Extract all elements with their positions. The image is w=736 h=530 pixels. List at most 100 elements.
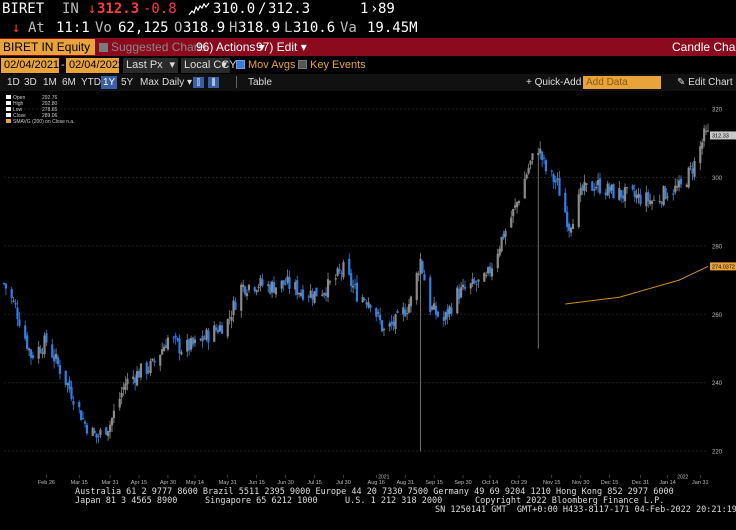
legend-smavg: SMAVG (200) on Close n.a.: [6, 119, 75, 125]
candle-body: [685, 184, 688, 188]
period-6m[interactable]: 6M: [62, 74, 76, 91]
candle-body: [677, 180, 681, 188]
candle-body: [490, 268, 494, 277]
period-ytd[interactable]: YTD: [81, 74, 101, 91]
candle-body: [37, 346, 40, 359]
candle-body: [313, 291, 316, 303]
candle-body: [446, 309, 449, 318]
edit-menu[interactable]: 97) Edit ▾: [256, 38, 307, 56]
candle-body: [12, 300, 15, 302]
end-date-field[interactable]: 02/04/2022: [66, 58, 124, 73]
sma-value-badge: 274.0372: [712, 265, 735, 271]
candle-body: [581, 185, 584, 191]
candle-body: [172, 337, 175, 339]
candle-body: [325, 292, 328, 296]
pencil-icon: ✎: [677, 77, 686, 88]
candle-body: [647, 192, 650, 202]
candle-body: [483, 272, 486, 282]
currency-select[interactable]: Local CCY ▾: [181, 58, 237, 73]
x-tick-label: Nov 30: [572, 480, 589, 485]
period-1m[interactable]: 1M: [43, 74, 57, 91]
add-data-input[interactable]: Add Data: [583, 76, 661, 89]
chart-legend: Open 292.76 High 292.80 Low 278.65 Close 289…: [6, 95, 75, 125]
candle-body: [186, 339, 189, 352]
period-1y[interactable]: 1Y: [101, 76, 118, 89]
quick-add-button[interactable]: + Quick-Add ▾: [526, 74, 589, 91]
x-tick-label: May 14: [186, 480, 204, 485]
candle-body: [151, 358, 154, 361]
frequency-select[interactable]: Daily ▾: [162, 74, 192, 91]
candle-body: [189, 338, 193, 350]
quote-line-1: BIRET IN ↓ 312.3 -0.8 310.0 / 312.3 1 › …: [0, 0, 736, 19]
period-3d[interactable]: 3D: [24, 74, 37, 91]
footer: Australia 61 2 9777 8600 Brazil 5511 239…: [0, 486, 736, 530]
start-date-field[interactable]: 02/04/2021: [1, 58, 59, 73]
candle-body: [321, 294, 324, 296]
candle-body: [51, 344, 54, 358]
trade-time: 11:1: [56, 20, 90, 36]
candle-body: [164, 345, 168, 349]
candle-body: [355, 282, 359, 302]
candle-body: [658, 200, 661, 202]
table-toggle-icon[interactable]: │: [234, 74, 240, 91]
actions-menu[interactable]: 96) Actions ▾: [196, 38, 265, 56]
down-arrow-icon: ↓: [12, 20, 21, 36]
open-price: 318.9: [183, 20, 226, 36]
candle-body: [604, 192, 607, 196]
candle-body: [118, 398, 121, 408]
suggested-charts-button[interactable]: Suggested Charts: [99, 38, 207, 56]
mov-avgs-toggle[interactable]: Mov Avgs ✎: [236, 57, 308, 74]
candle-body: [240, 284, 243, 311]
footer-contacts-singapore: Singapore 65 6212 1000: [205, 496, 318, 506]
candle-body: [514, 205, 517, 208]
security-field[interactable]: BIRET IN Equity: [0, 39, 95, 55]
candle-body: [531, 153, 534, 160]
candle-body: [78, 401, 81, 408]
candle-body: [112, 410, 116, 419]
ask-size: 89: [378, 1, 395, 17]
candle-body: [593, 188, 596, 191]
candle-body: [247, 284, 251, 291]
candle-body: [649, 200, 652, 205]
candle-chart-icon[interactable]: ⫿: [193, 77, 204, 88]
candle-body: [679, 178, 683, 185]
year-label: 2022: [677, 475, 688, 481]
candle-body: [342, 262, 345, 278]
candle-body: [431, 306, 434, 310]
candle-body: [215, 327, 218, 330]
candle-body: [178, 338, 181, 354]
candle-body: [43, 335, 46, 354]
candle-body: [500, 237, 503, 252]
candle-body: [612, 184, 615, 199]
bid-ask-separator: /: [258, 1, 267, 17]
x-tick-label: Apr 15: [131, 480, 147, 485]
key-events-toggle[interactable]: Key Events: [298, 57, 366, 74]
candle-body: [199, 338, 202, 341]
table-button[interactable]: Table: [248, 74, 272, 91]
candle-body: [68, 380, 71, 390]
period-5y[interactable]: 5Y: [121, 74, 133, 91]
bar-chart-icon[interactable]: ⫼: [208, 77, 219, 88]
mov-avgs-label: Mov Avgs: [248, 59, 296, 71]
period-max[interactable]: Max: [140, 74, 159, 91]
candle-body: [458, 288, 461, 299]
x-tick-label: Nov 15: [543, 480, 560, 485]
edit-chart-button[interactable]: ✎ Edit Chart: [677, 74, 733, 91]
candle-body: [137, 370, 141, 378]
period-toolbar: 1D 3D 1M 6M YTD 1Y 5Y Max Daily ▾ ⫿ ⫼ │ …: [0, 74, 736, 91]
price-chart[interactable]: 220 240 260 280 300 320 312.33 274.0372 Feb 26 M…: [0, 92, 736, 485]
candle-body: [56, 357, 60, 365]
price-field-select[interactable]: Last Px ▾: [123, 58, 178, 73]
candle-body: [606, 183, 609, 196]
candle-body: [81, 417, 85, 419]
candle-body: [139, 363, 143, 378]
legend-swatch: [6, 107, 11, 111]
candle-body: [64, 370, 67, 385]
legend-swatch: [6, 101, 11, 105]
candle-body: [502, 233, 505, 239]
candle-body: [623, 187, 627, 202]
period-1d[interactable]: 1D: [7, 74, 20, 91]
candle-body: [166, 337, 170, 350]
candle-body: [625, 187, 629, 189]
candle-body: [577, 194, 580, 228]
